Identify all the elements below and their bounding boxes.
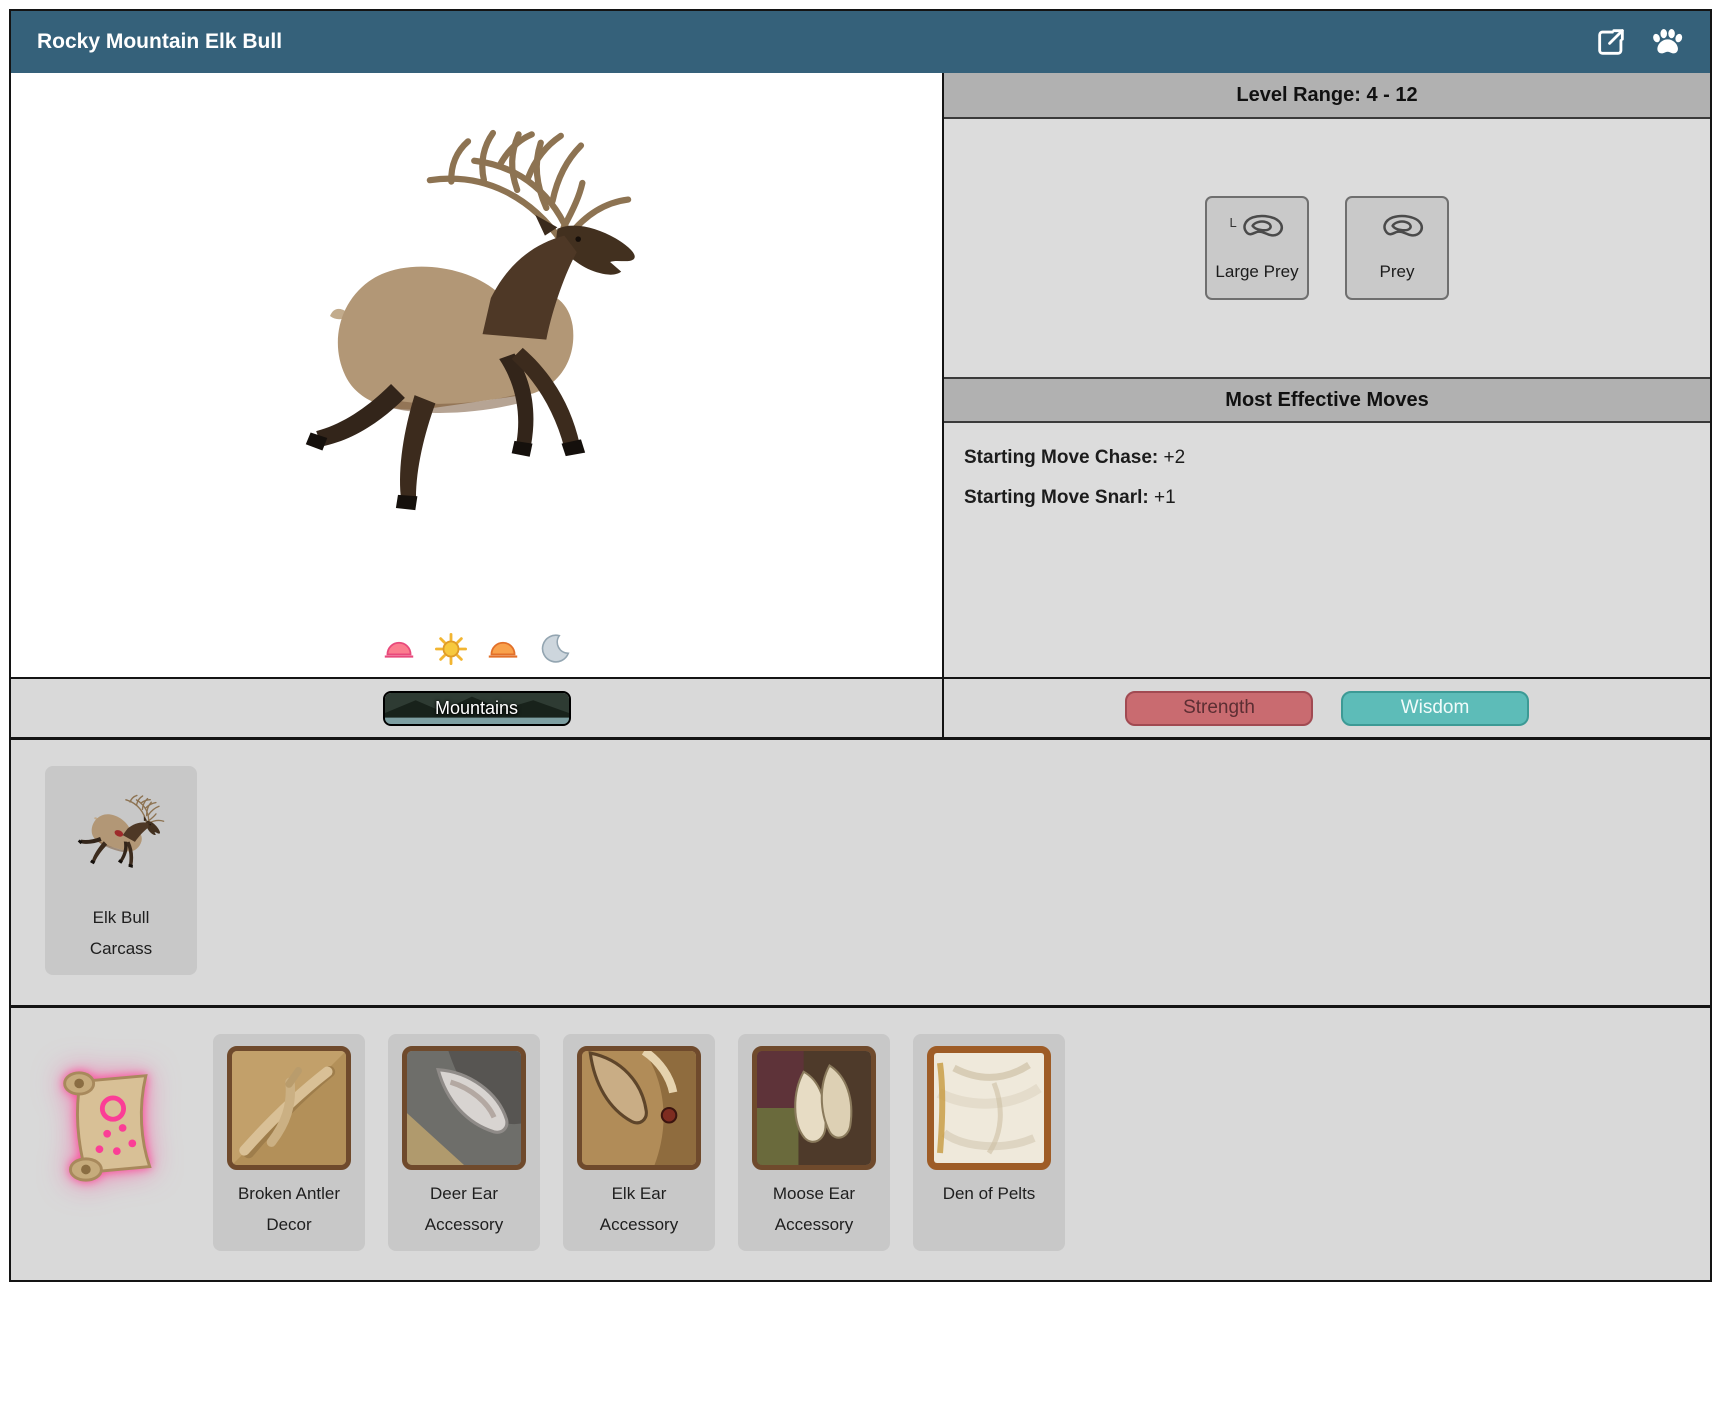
move-label: Starting Move Chase: bbox=[964, 447, 1158, 468]
item-label: Elk Ear Accessory bbox=[567, 1178, 711, 1241]
move-row: Starting Move Chase: +2 bbox=[964, 447, 1690, 469]
stat-button-wisdom[interactable]: Wisdom bbox=[1341, 691, 1529, 726]
rare-drop-card-broken-antler-decor[interactable]: Broken Antler Decor bbox=[213, 1034, 365, 1251]
moose-ear-accessory-image bbox=[752, 1046, 876, 1170]
active-times-row bbox=[11, 621, 942, 677]
enemy-image-panel: Mountains bbox=[11, 73, 944, 737]
rare-drop-card-deer-ear-accessory[interactable]: Deer Ear Accessory bbox=[388, 1034, 540, 1251]
steak-icon bbox=[1379, 212, 1425, 248]
enemy-stats-panel: Level Range: 4 - 12 L Large Prey Prey bbox=[944, 73, 1710, 737]
moves-list: Starting Move Chase: +2 Starting Move Sn… bbox=[944, 423, 1710, 677]
elk-ear-accessory-image bbox=[577, 1046, 701, 1170]
carcass-label: Elk Bull Carcass bbox=[49, 902, 193, 965]
elk-bull-carcass-image bbox=[51, 774, 191, 898]
external-link-icon[interactable] bbox=[1594, 25, 1628, 59]
rare-drop-card-den-of-pelts[interactable]: Den of Pelts bbox=[913, 1034, 1065, 1251]
page-title: Rocky Mountain Elk Bull bbox=[37, 30, 282, 54]
prey-tile-label: Prey bbox=[1380, 262, 1415, 282]
deer-ear-accessory-image bbox=[402, 1046, 526, 1170]
broken-antler-decor-image bbox=[227, 1046, 351, 1170]
biome-label: Mountains bbox=[435, 698, 518, 719]
carcass-drop-section: Elk Bull Carcass bbox=[11, 737, 1710, 1005]
prey-tile-prey[interactable]: Prey bbox=[1345, 196, 1449, 300]
stat-button-strength[interactable]: Strength bbox=[1125, 691, 1313, 726]
paw-icon[interactable] bbox=[1650, 25, 1684, 59]
prey-size-tag: L bbox=[1230, 215, 1238, 230]
steak-icon bbox=[1239, 212, 1285, 248]
rare-drops-section: Broken Antler Decor Deer Ear Acc bbox=[11, 1005, 1710, 1280]
enemy-detail-panel: Rocky Mountain Elk Bull bbox=[9, 9, 1712, 1282]
main-content: Mountains Level Range: 4 - 12 L Large Pr… bbox=[11, 73, 1710, 737]
sunset-icon bbox=[487, 633, 519, 665]
enemy-illustration-area bbox=[11, 73, 942, 621]
biome-band: Mountains bbox=[11, 677, 942, 737]
prey-tile-label: Large Prey bbox=[1215, 262, 1298, 282]
carcass-card[interactable]: Elk Bull Carcass bbox=[45, 766, 197, 975]
elk-illustration bbox=[172, 85, 782, 597]
sunrise-icon bbox=[383, 633, 415, 665]
item-label: Broken Antler Decor bbox=[217, 1178, 361, 1241]
den-of-pelts-image bbox=[927, 1046, 1051, 1170]
glowing-scroll-icon bbox=[49, 1068, 175, 1184]
move-value: +1 bbox=[1154, 487, 1176, 508]
title-bar-actions bbox=[1594, 25, 1684, 59]
night-icon bbox=[539, 633, 571, 665]
day-icon bbox=[435, 633, 467, 665]
most-effective-moves-header: Most Effective Moves bbox=[944, 377, 1710, 423]
item-label: Deer Ear Accessory bbox=[392, 1178, 536, 1241]
stat-buttons-band: Strength Wisdom bbox=[944, 677, 1710, 737]
rare-drop-card-moose-ear-accessory[interactable]: Moose Ear Accessory bbox=[738, 1034, 890, 1251]
level-range-header: Level Range: 4 - 12 bbox=[944, 73, 1710, 119]
biome-badge-mountains[interactable]: Mountains bbox=[383, 691, 571, 726]
rare-drop-cards: Broken Antler Decor Deer Ear Acc bbox=[213, 1034, 1065, 1251]
prey-tile-large-prey[interactable]: L Large Prey bbox=[1205, 196, 1309, 300]
prey-type-row: L Large Prey Prey bbox=[944, 119, 1710, 377]
move-row: Starting Move Snarl: +1 bbox=[964, 487, 1690, 509]
title-bar: Rocky Mountain Elk Bull bbox=[11, 11, 1710, 73]
rare-drop-card-elk-ear-accessory[interactable]: Elk Ear Accessory bbox=[563, 1034, 715, 1251]
move-label: Starting Move Snarl: bbox=[964, 487, 1149, 508]
item-label: Den of Pelts bbox=[917, 1178, 1061, 1209]
move-value: +2 bbox=[1164, 447, 1186, 468]
item-label: Moose Ear Accessory bbox=[742, 1178, 886, 1241]
rare-drop-indicator bbox=[11, 1008, 213, 1243]
